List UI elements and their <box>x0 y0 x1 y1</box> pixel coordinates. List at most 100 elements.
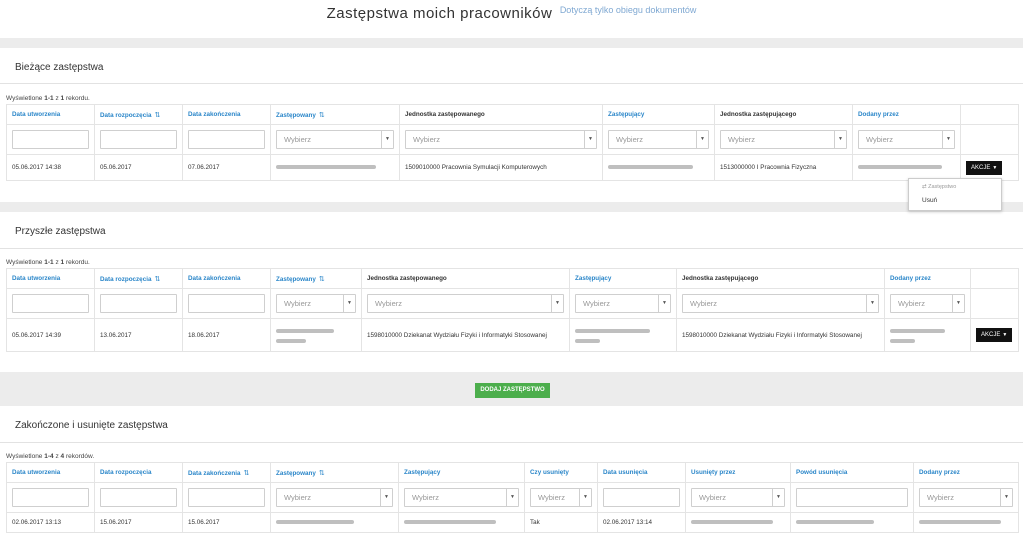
filter-dodany-przez-select[interactable]: Wybierz ▼ <box>919 488 1013 507</box>
page-title: Zastępstwa moich pracowników <box>326 5 553 22</box>
filter-jednostka-zastepowanego-select[interactable]: Wybierz ▼ <box>405 130 597 149</box>
col-jednostka-zastepowanego: Jednostka zastępowanego <box>399 104 603 125</box>
cell-deleted: Tak <box>524 512 598 533</box>
caret-down-icon: ▼ <box>696 131 708 148</box>
col-zastepowany[interactable]: Zastępowany ⇅ <box>270 268 362 289</box>
filter-data-zakonczenia-input[interactable] <box>188 488 265 507</box>
filter-row: Wybierz ▼ Wybierz ▼ Wybierz ▼ Wybierz ▼ Wybi… <box>6 124 1019 155</box>
col-zastepujacy[interactable]: Zastępujący <box>602 104 715 125</box>
filter-jednostka-zastepujacego-select[interactable]: Wybierz ▼ <box>682 294 879 313</box>
redacted-name <box>276 165 376 170</box>
header-row: Data utworzenia Data rozpoczęcia Data za… <box>6 462 1019 483</box>
caret-down-icon: ▼ <box>866 295 878 312</box>
filter-zastepowany-select[interactable]: Wybierz ▼ <box>276 294 356 313</box>
caret-down-icon: ▼ <box>1002 332 1008 338</box>
caret-down-icon: ▼ <box>834 131 846 148</box>
redacted-name <box>919 520 1001 525</box>
filter-zastepowany-select[interactable]: Wybierz ▼ <box>276 488 393 507</box>
sort-icon: ⇅ <box>318 275 325 283</box>
caret-down-icon: ▼ <box>584 131 596 148</box>
actions-button[interactable]: AKCJE ▼ <box>966 160 1003 175</box>
filter-data-usuniecia-input[interactable] <box>603 488 680 507</box>
col-data-utworzenia[interactable]: Data utworzenia <box>6 268 95 289</box>
filter-data-utworzenia-input[interactable] <box>12 488 89 507</box>
filter-czy-usuniety-select[interactable]: Wybierz ▼ <box>530 488 592 507</box>
col-data-utworzenia[interactable]: Data utworzenia <box>6 462 95 483</box>
filter-zastepowany-select[interactable]: Wybierz ▼ <box>276 130 394 149</box>
col-zastepowany[interactable]: Zastępowany ⇅ <box>270 462 399 483</box>
col-dodany-przez[interactable]: Dodany przez <box>852 104 961 125</box>
redacted-name <box>796 520 874 525</box>
cell-start: 05.06.2017 <box>94 154 183 181</box>
cell-deleted-date: 02.06.2017 13:14 <box>597 512 686 533</box>
filter-dodany-przez-select[interactable]: Wybierz ▼ <box>858 130 955 149</box>
sort-icon: ⇅ <box>318 111 325 119</box>
cell-start: 15.06.2017 <box>94 512 183 533</box>
filter-data-zakonczenia-input[interactable] <box>188 294 265 313</box>
filter-zastepujacy-select[interactable]: Wybierz ▼ <box>404 488 519 507</box>
cell-start: 13.06.2017 <box>94 318 183 352</box>
col-data-utworzenia[interactable]: Data utworzenia <box>6 104 95 125</box>
caret-down-icon: ▼ <box>1000 489 1012 506</box>
filter-data-zakonczenia-input[interactable] <box>188 130 265 149</box>
col-data-zakonczenia[interactable]: Data zakończenia ⇅ <box>182 462 271 483</box>
add-substitution-button[interactable]: DODAJ ZASTĘPSTWO <box>475 383 550 398</box>
col-data-rozpoczecia[interactable]: Data rozpoczęcia <box>94 462 183 483</box>
col-zastepowany[interactable]: Zastępowany ⇅ <box>270 104 400 125</box>
filter-row: Wybierz ▼ Wybierz ▼ Wybierz ▼ Wybierz ▼ Wybi… <box>6 288 1019 319</box>
filter-zastepujacy-select[interactable]: Wybierz ▼ <box>575 294 671 313</box>
col-data-usuniecia[interactable]: Data usunięcia <box>597 462 686 483</box>
cell-created: 02.06.2017 13:13 <box>6 512 95 533</box>
actions-dropdown-menu: ⇄ Zastępstwo Usuń <box>908 178 1002 211</box>
page-subtitle: Dotyczą tylko obiegu dokumentów <box>559 5 697 15</box>
filter-zastepujacy-select[interactable]: Wybierz ▼ <box>608 130 709 149</box>
finished-table: Data utworzenia Data rozpoczęcia Data za… <box>6 462 1019 533</box>
actions-button[interactable]: AKCJE ▼ <box>976 328 1013 342</box>
redacted-name <box>608 165 693 170</box>
filter-data-rozpoczecia-input[interactable] <box>100 294 177 313</box>
header-row: Data utworzenia Data rozpoczęcia ⇅ Data z… <box>6 268 1019 289</box>
filter-dodany-przez-select[interactable]: Wybierz ▼ <box>890 294 965 313</box>
finished-records-info: Wyświetlone 1-4 z 4 rekordów. <box>6 453 95 460</box>
filter-data-utworzenia-input[interactable] <box>12 294 89 313</box>
col-data-zakonczenia[interactable]: Data zakończenia <box>182 104 271 125</box>
cell-unit-replaced: 1509010000 Pracownia Symulacji Komputero… <box>399 154 603 181</box>
caret-down-icon: ▼ <box>506 489 518 506</box>
col-dodany-przez[interactable]: Dodany przez <box>913 462 1019 483</box>
filter-jednostka-zastepujacego-select[interactable]: Wybierz ▼ <box>720 130 847 149</box>
cell-created: 05.06.2017 14:39 <box>6 318 95 352</box>
caret-down-icon: ▼ <box>380 489 392 506</box>
filter-jednostka-zastepowanego-select[interactable]: Wybierz ▼ <box>367 294 564 313</box>
menu-item-zastepstwo[interactable]: ⇄ Zastępstwo <box>922 184 956 190</box>
filter-powod-usuniecia-input[interactable] <box>796 488 908 507</box>
col-data-zakonczenia[interactable]: Data zakończenia <box>182 268 271 289</box>
current-section-title: Bieżące zastępstwa <box>15 62 104 73</box>
filter-data-rozpoczecia-input[interactable] <box>100 488 177 507</box>
sort-icon: ⇅ <box>318 469 325 477</box>
caret-down-icon: ▼ <box>658 295 670 312</box>
filter-usuniety-przez-select[interactable]: Wybierz ▼ <box>691 488 785 507</box>
cell-unit-replacing: 1598010000 Dziekanat Wydziału Fizyki i I… <box>676 318 885 352</box>
col-data-rozpoczecia[interactable]: Data rozpoczęcia ⇅ <box>94 268 183 289</box>
menu-item-usun[interactable]: Usuń <box>922 197 937 204</box>
sort-icon: ⇅ <box>243 469 250 477</box>
col-jednostka-zastepujacego: Jednostka zastępującego <box>676 268 885 289</box>
col-usuniety-przez[interactable]: Usunięty przez <box>685 462 791 483</box>
col-zastepujacy[interactable]: Zastępujący <box>398 462 525 483</box>
col-powod-usuniecia[interactable]: Powód usunięcia <box>790 462 914 483</box>
sort-icon: ⇅ <box>154 111 161 119</box>
table-row: 05.06.2017 14:38 05.06.2017 07.06.2017 1… <box>6 154 1019 181</box>
filter-data-rozpoczecia-input[interactable] <box>100 130 177 149</box>
col-data-rozpoczecia[interactable]: Data rozpoczęcia ⇅ <box>94 104 183 125</box>
swap-icon: ⇄ <box>922 184 927 190</box>
filter-data-utworzenia-input[interactable] <box>12 130 89 149</box>
redacted-name <box>890 328 945 333</box>
col-zastepujacy[interactable]: Zastępujący <box>569 268 677 289</box>
sort-icon: ⇅ <box>154 275 161 283</box>
redacted-name <box>890 338 915 343</box>
col-dodany-przez[interactable]: Dodany przez <box>884 268 971 289</box>
cell-end: 15.06.2017 <box>182 512 271 533</box>
caret-down-icon: ▼ <box>772 489 784 506</box>
col-czy-usuniety[interactable]: Czy usunięty <box>524 462 598 483</box>
current-table: Data utworzenia Data rozpoczęcia ⇅ Data z… <box>6 104 1019 181</box>
